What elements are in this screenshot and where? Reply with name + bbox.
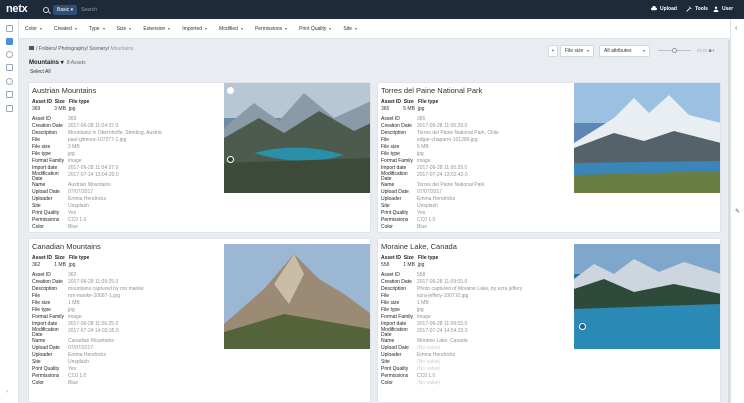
pencil-icon[interactable]: ✎ xyxy=(735,208,740,215)
asset-card[interactable]: Canadian Mountains Asset ID Size File ty… xyxy=(28,238,371,403)
sort-dropdown[interactable]: File size xyxy=(560,45,594,57)
view-mode-toggle[interactable]: ▭▭■▪ xyxy=(697,48,715,54)
folder-nav-icon[interactable] xyxy=(6,38,13,45)
tag-nav-icon[interactable] xyxy=(6,91,13,98)
right-sidebar: ‹ ✎ xyxy=(730,19,744,403)
asset-metadata: Asset ID 369 Creation Date 2017-06-28 11:0… xyxy=(32,116,162,230)
expand-icon[interactable]: › xyxy=(6,389,13,396)
chevron-down-icon xyxy=(129,27,132,30)
filter-color[interactable]: Color xyxy=(25,26,42,32)
filter-print-quality[interactable]: Print Quality xyxy=(299,26,332,32)
collection-title[interactable]: Mountains ▾ 8 Assets xyxy=(29,59,86,66)
filter-type[interactable]: Type xyxy=(89,26,105,32)
slider-knob[interactable] xyxy=(672,48,677,53)
filter-permissions[interactable]: Permissions xyxy=(255,26,288,32)
asset-title[interactable]: Canadian Mountains xyxy=(32,242,101,251)
asset-card[interactable]: Torres del Paine National Park Asset ID … xyxy=(377,82,721,233)
info-icon[interactable] xyxy=(579,323,586,330)
asset-card[interactable]: Austrian Mountains Asset ID Size File ty… xyxy=(28,82,371,233)
add-button[interactable]: + xyxy=(548,45,558,57)
filter-extension[interactable]: Extension xyxy=(143,26,171,32)
inbox-nav-icon[interactable] xyxy=(6,64,13,71)
chevron-down-icon xyxy=(643,50,645,52)
attributes-dropdown[interactable]: All attributes xyxy=(599,45,650,57)
search-icon xyxy=(43,6,49,13)
chevron-down-icon xyxy=(240,27,243,30)
search-input[interactable]: Search xyxy=(81,7,97,13)
user-button[interactable]: User xyxy=(713,6,733,12)
breadcrumb: / Folders/ Photography/ Scenery/ Mountai… xyxy=(29,46,134,52)
tools-button[interactable]: Tools xyxy=(686,6,708,12)
chevron-down-icon xyxy=(205,27,208,30)
filter-bar: Color Created Type Size Extension Import… xyxy=(19,19,730,39)
info-icon[interactable] xyxy=(227,156,234,163)
asset-summary: Asset ID Size File type 362 1 MB jpg xyxy=(32,255,90,268)
filter-created[interactable]: Created xyxy=(54,26,77,32)
select-all-link[interactable]: Select All xyxy=(30,69,51,75)
asset-summary: Asset ID Size File type 365 5 MB jpg xyxy=(381,99,439,112)
asset-title[interactable]: Torres del Paine National Park xyxy=(381,86,482,95)
home-nav-icon[interactable] xyxy=(6,25,13,32)
filter-modified[interactable]: Modified xyxy=(219,26,243,32)
filter-size[interactable]: Size xyxy=(117,26,132,32)
chart-nav-icon[interactable] xyxy=(6,105,13,112)
asset-title[interactable]: Austrian Mountains xyxy=(32,86,96,95)
asset-summary: Asset ID Size File type 369 3 MB jpg xyxy=(32,99,90,112)
wrench-icon xyxy=(686,6,692,12)
chevron-down-icon xyxy=(74,27,77,30)
cloud-upload-icon xyxy=(651,6,657,11)
chevron-down-icon xyxy=(355,27,358,30)
collapse-icon[interactable]: ‹ xyxy=(735,25,737,32)
asset-thumbnail[interactable] xyxy=(224,244,371,349)
asset-metadata: Asset ID 365 Creation Date 2017-06-28 11:0… xyxy=(381,116,499,230)
asset-summary: Asset ID Size File type 558 1 MB jpg xyxy=(381,255,439,268)
chevron-down-icon xyxy=(168,27,171,30)
left-sidebar: › xyxy=(0,19,19,403)
chevron-down-icon xyxy=(587,50,589,52)
plus-icon: + xyxy=(551,48,555,54)
chevron-down-icon xyxy=(102,27,105,30)
scrollbar[interactable] xyxy=(728,40,730,403)
top-bar: netx Basic ▾ Search Upload Tools User xyxy=(0,0,744,19)
chevron-down-icon xyxy=(329,27,332,30)
user-icon xyxy=(713,6,719,12)
users-nav-icon[interactable] xyxy=(6,78,13,85)
asset-thumbnail[interactable] xyxy=(574,244,721,349)
logo[interactable]: netx xyxy=(6,3,28,15)
search-scope-dropdown[interactable]: Basic ▾ xyxy=(53,4,78,15)
asset-metadata: Asset ID 558 Creation Date 2017-06-28 11:0… xyxy=(381,272,523,386)
asset-card[interactable]: Moraine Lake, Canada Asset ID Size File … xyxy=(377,238,721,403)
asset-count: 8 Assets xyxy=(66,60,86,66)
filter-site[interactable]: Site xyxy=(343,26,358,32)
filter-imported[interactable]: Imported xyxy=(182,26,208,32)
asset-title[interactable]: Moraine Lake, Canada xyxy=(381,242,457,251)
chevron-down-icon xyxy=(285,27,288,30)
asset-thumbnail[interactable] xyxy=(224,83,371,193)
asset-metadata: Asset ID 362 Creation Date 2017-06-28 11:0… xyxy=(32,272,144,386)
thumbnail-size-slider[interactable] xyxy=(658,48,691,53)
chevron-down-icon xyxy=(39,27,42,30)
search-bar[interactable]: Basic ▾ Search xyxy=(43,3,193,16)
select-checkbox[interactable] xyxy=(227,87,234,94)
search-nav-icon[interactable] xyxy=(6,51,13,58)
upload-button[interactable]: Upload xyxy=(651,6,677,12)
asset-thumbnail[interactable] xyxy=(574,83,721,193)
home-icon[interactable] xyxy=(29,46,34,50)
